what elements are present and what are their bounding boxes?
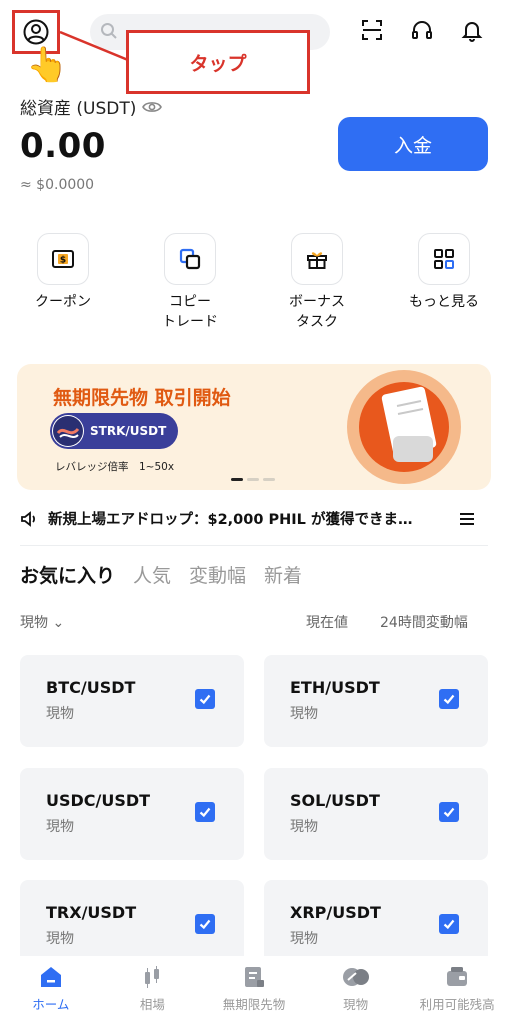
checkmark-icon [443, 919, 455, 930]
more-button[interactable] [418, 233, 470, 285]
price-header[interactable]: 現在値 [306, 612, 348, 632]
bottom-navigation: ホーム 相場 無期限先物 現物 利用可能残高 [0, 956, 508, 1024]
tap-hand-icon: 👆 [26, 45, 69, 85]
wallet-icon [447, 967, 468, 986]
total-assets-label: 総資産 (USDT) [20, 94, 163, 119]
futures-icon [244, 967, 264, 987]
nav-label: 現物 [343, 997, 369, 1012]
tab-popular[interactable]: 人気 [133, 561, 171, 588]
banner-pagination [231, 478, 275, 481]
svg-text:$: $ [60, 256, 66, 266]
nav-home[interactable]: ホーム [0, 956, 102, 1024]
copy-trade-icon [179, 248, 201, 270]
favorite-checkbox[interactable] [439, 802, 459, 822]
banner-subtitle: レバレッジ倍率 1~50x [55, 461, 175, 473]
card-market-type: 現物 [46, 931, 74, 947]
favorite-checkbox[interactable] [195, 802, 215, 822]
tab-new[interactable]: 新着 [264, 561, 302, 588]
coupon-button[interactable]: $ [37, 233, 89, 285]
quick-action-label-bonus-task: ボーナス タスク [289, 294, 345, 330]
coupon-icon: $ [52, 250, 74, 268]
user-profile-icon [23, 19, 49, 45]
pagination-dot [247, 478, 259, 481]
card-pair: BTC/USDT [46, 678, 136, 697]
checkmark-icon [199, 694, 211, 705]
checkmark-icon [199, 919, 211, 930]
tutorial-callout: タップ [126, 30, 310, 94]
quick-action-label-copy-trade: コピー トレード [162, 294, 218, 330]
favorite-card[interactable]: USDC/USDT 現物 [20, 768, 244, 860]
card-market-type: 現物 [290, 931, 318, 947]
nav-label: 利用可能残高 [419, 997, 495, 1012]
pagination-dot-active [231, 478, 243, 481]
callout-pointer-line [60, 30, 129, 62]
card-pair: ETH/USDT [290, 678, 380, 697]
bell-icon [461, 22, 483, 42]
copy-trade-button[interactable] [164, 233, 216, 285]
speaker-icon [21, 510, 36, 527]
nav-label: 相場 [139, 997, 165, 1012]
divider [20, 545, 488, 546]
notification-button[interactable] [458, 16, 486, 44]
favorite-checkbox[interactable] [439, 914, 459, 934]
tab-change[interactable]: 変動幅 [189, 561, 246, 588]
total-assets-value: 0.00 [20, 126, 106, 166]
checkmark-icon [199, 807, 211, 818]
eye-icon[interactable] [142, 100, 163, 114]
market-tabs: お気に入り 人気 変動幅 新着 [20, 561, 302, 588]
change-header[interactable]: 24時間変動幅 [380, 612, 468, 632]
nav-wallet[interactable]: 利用可能残高 [406, 956, 508, 1024]
headphones-icon [412, 21, 432, 39]
candlestick-icon [145, 966, 160, 988]
gift-icon [307, 252, 327, 269]
grid-icon [434, 249, 454, 269]
card-pair: USDC/USDT [46, 791, 151, 810]
promo-banner[interactable]: 無期限先物 取引開始 STRK/USDT レバレッジ倍率 1~50x [17, 364, 491, 490]
announcement-text: 新規上場エアドロップ：$2,000 PHIL が獲得できま… [48, 512, 413, 528]
favorite-checkbox[interactable] [195, 914, 215, 934]
nav-markets[interactable]: 相場 [102, 956, 204, 1024]
checkmark-icon [443, 694, 455, 705]
favorite-card[interactable]: ETH/USDT 現物 [264, 655, 488, 747]
quick-action-label-more: もっと見る [409, 294, 479, 310]
nav-futures[interactable]: 無期限先物 [203, 956, 305, 1024]
card-market-type: 現物 [46, 706, 74, 722]
favorite-card[interactable]: SOL/USDT 現物 [264, 768, 488, 860]
support-button[interactable] [408, 16, 436, 44]
nav-label: 無期限先物 [222, 997, 286, 1012]
card-pair: TRX/USDT [46, 903, 137, 922]
receipt-phone-icon [381, 386, 437, 462]
card-pair: SOL/USDT [290, 791, 380, 810]
scan-icon [362, 20, 382, 40]
card-market-type: 現物 [46, 819, 74, 835]
card-market-type: 現物 [290, 819, 318, 835]
strk-logo-icon [52, 415, 84, 447]
column-headers: 現在値 24時間変動幅 [306, 612, 468, 632]
nav-label: ホーム [32, 997, 70, 1012]
menu-icon[interactable] [458, 511, 476, 527]
favorite-checkbox[interactable] [195, 689, 215, 709]
banner-title: 無期限先物 取引開始 [53, 387, 231, 409]
card-market-type: 現物 [290, 706, 318, 722]
tab-favorites[interactable]: お気に入り [20, 561, 115, 588]
home-icon [40, 967, 61, 987]
announcement-bar[interactable]: 新規上場エアドロップ：$2,000 PHIL が獲得できま… [20, 508, 490, 529]
checkmark-icon [443, 807, 455, 818]
quick-action-label-coupon: クーポン [35, 294, 91, 310]
card-pair: XRP/USDT [290, 903, 381, 922]
spot-icon [342, 968, 369, 986]
bonus-task-button[interactable] [291, 233, 343, 285]
pagination-dot [263, 478, 275, 481]
fiat-equivalent: ≈ $0.0000 [20, 177, 95, 193]
favorite-checkbox[interactable] [439, 689, 459, 709]
favorite-card[interactable]: BTC/USDT 現物 [20, 655, 244, 747]
callout-label: タップ [189, 52, 247, 75]
scan-button[interactable] [358, 16, 386, 44]
nav-spot[interactable]: 現物 [305, 956, 407, 1024]
market-type-dropdown[interactable]: 現物 ⌄ [20, 612, 64, 632]
deposit-button[interactable]: 入金 [338, 117, 488, 171]
